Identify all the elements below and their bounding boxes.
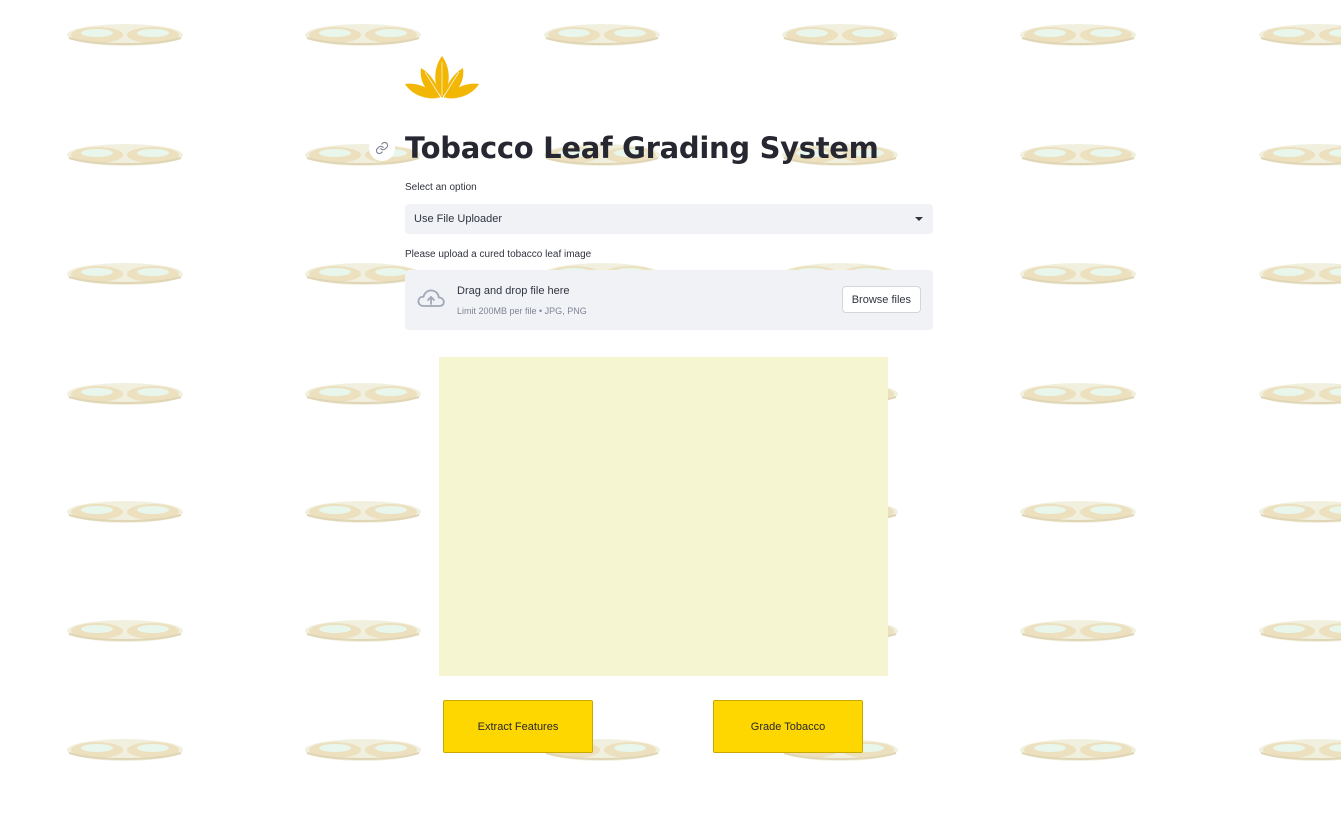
title-row: Tobacco Leaf Grading System <box>369 128 879 168</box>
background-leaf-motif <box>1020 144 1136 166</box>
background-leaf-motif <box>1020 620 1136 642</box>
background-leaf-motif <box>782 24 898 46</box>
link-icon[interactable] <box>369 135 395 161</box>
background-leaf-motif <box>1259 383 1341 405</box>
background-leaf-motif <box>67 383 183 405</box>
option-select[interactable]: Use File Uploader <box>405 204 933 234</box>
file-limit-text: Limit 200MB per file • JPG, PNG <box>457 306 587 316</box>
chevron-down-icon <box>915 217 923 221</box>
background-leaf-motif <box>1259 144 1341 166</box>
background-leaf-motif <box>1259 24 1341 46</box>
select-label: Select an option <box>405 182 477 193</box>
file-uploader-dropzone[interactable]: Drag and drop file here Limit 200MB per … <box>405 270 933 330</box>
background-leaf-motif <box>1259 263 1341 285</box>
background-leaf-motif <box>305 383 421 405</box>
background-leaf-motif <box>305 620 421 642</box>
background-leaf-motif <box>544 24 660 46</box>
background-leaf-motif <box>67 144 183 166</box>
uploader-label: Please upload a cured tobacco leaf image <box>405 249 592 260</box>
browse-files-button[interactable]: Browse files <box>841 286 921 313</box>
background-leaf-motif <box>67 263 183 285</box>
background-leaf-motif <box>1020 383 1136 405</box>
image-preview-area <box>439 357 888 676</box>
select-value: Use File Uploader <box>414 213 503 225</box>
background-leaf-motif <box>1020 263 1136 285</box>
background-leaf-motif <box>1020 501 1136 523</box>
background-leaf-motif <box>1259 620 1341 642</box>
background-leaf-motif <box>305 501 421 523</box>
background-leaf-motif <box>305 24 421 46</box>
background-leaf-motif <box>67 24 183 46</box>
extract-features-button[interactable]: Extract Features <box>443 700 593 753</box>
background-leaf-motif <box>1259 501 1341 523</box>
background-leaf-motif <box>67 620 183 642</box>
background-leaf-motif <box>67 501 183 523</box>
page-title: Tobacco Leaf Grading System <box>405 131 879 165</box>
cloud-upload-icon <box>417 289 445 307</box>
background-leaf-motif <box>1020 24 1136 46</box>
background-leaf-motif <box>1020 739 1136 761</box>
grade-tobacco-button[interactable]: Grade Tobacco <box>713 700 863 753</box>
background-leaf-motif <box>305 739 421 761</box>
background-leaf-motif <box>67 739 183 761</box>
drag-drop-text: Drag and drop file here <box>457 285 570 297</box>
tobacco-leaf-logo <box>405 56 479 99</box>
background-leaf-motif <box>1259 739 1341 761</box>
